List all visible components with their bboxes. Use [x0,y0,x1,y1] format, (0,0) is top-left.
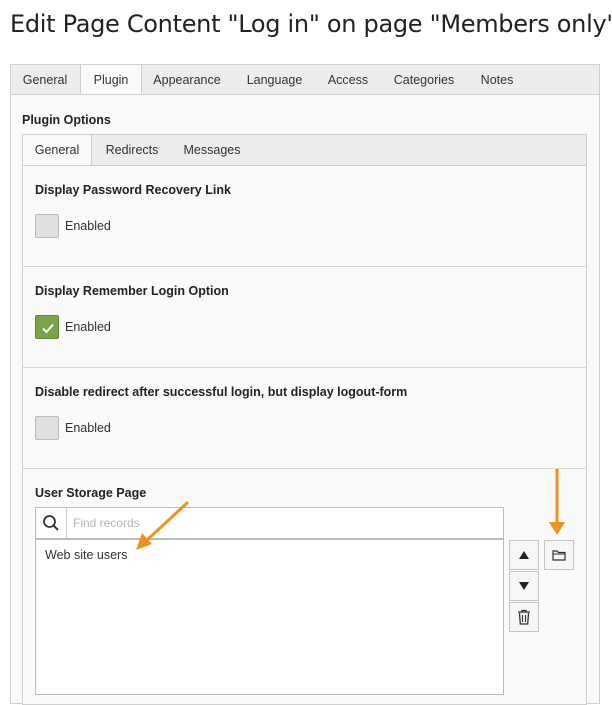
disable-redirect-label: Disable redirect after successful login,… [35,385,408,399]
plugin-subtab-bar: General Redirects Messages [22,134,587,167]
move-up-icon [519,551,529,559]
move-down-button[interactable] [509,571,539,601]
disable-redirect-checkbox[interactable] [35,416,59,440]
tab-access[interactable]: Access [315,65,381,95]
page-title: Edit Page Content "Log in" on page "Memb… [10,10,612,38]
password-recovery-label: Display Password Recovery Link [35,183,231,197]
divider [23,266,586,267]
find-records-input[interactable] [67,508,503,538]
subtab-redirects[interactable]: Redirects [93,135,171,166]
find-records-box [35,507,504,539]
remember-login-checkbox[interactable] [35,315,59,339]
disable-redirect-enabled-label: Enabled [65,421,111,435]
subtab-messages[interactable]: Messages [173,135,251,166]
remember-login-enabled-label: Enabled [65,320,111,334]
move-down-icon [519,582,529,590]
move-up-button[interactable] [509,540,539,570]
search-button[interactable] [36,508,67,538]
trash-icon [518,609,530,625]
check-icon [42,323,54,334]
main-tab-bar: General Plugin Appearance Language Acces… [10,64,600,96]
search-icon [43,515,59,531]
remember-login-label: Display Remember Login Option [35,284,229,298]
tab-notes[interactable]: Notes [467,65,527,95]
user-storage-list[interactable]: Web site users [35,539,504,695]
remove-item-button[interactable] [509,602,539,632]
subtab-general[interactable]: General [23,135,92,167]
plugin-options-heading: Plugin Options [22,113,111,127]
password-recovery-checkbox[interactable] [35,214,59,238]
user-storage-label: User Storage Page [35,486,147,500]
tab-general[interactable]: General [11,65,79,95]
tab-plugin[interactable]: Plugin [80,64,142,96]
list-item[interactable]: Web site users [45,548,127,562]
divider [23,367,586,368]
tab-categories[interactable]: Categories [382,65,466,95]
tab-appearance[interactable]: Appearance [140,65,234,95]
password-recovery-enabled-label: Enabled [65,219,111,233]
tab-language[interactable]: Language [235,65,314,95]
folder-icon [552,550,566,561]
browse-records-button[interactable] [544,540,574,570]
divider [23,468,586,469]
